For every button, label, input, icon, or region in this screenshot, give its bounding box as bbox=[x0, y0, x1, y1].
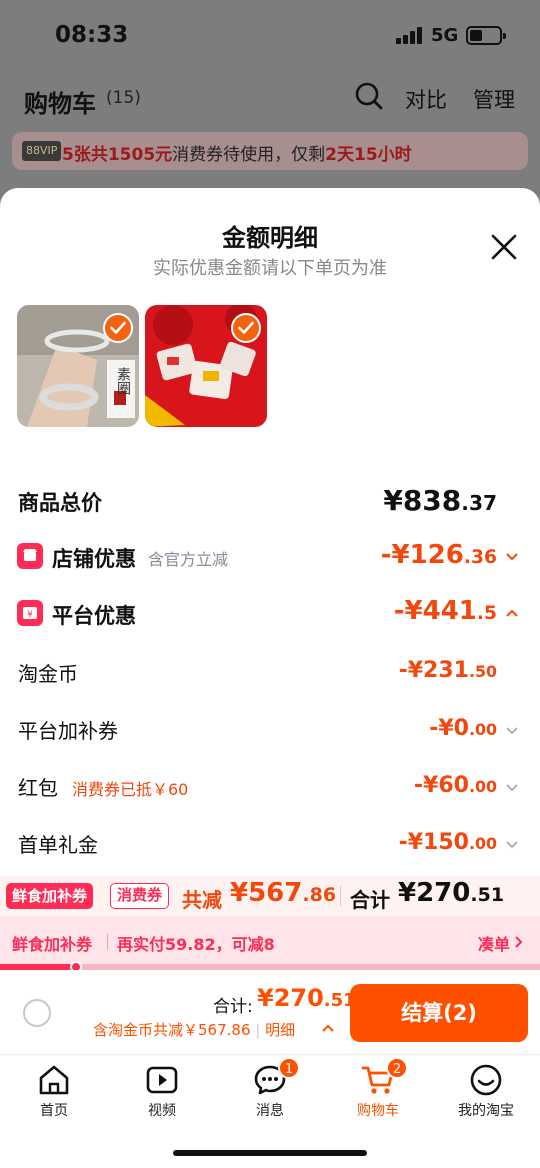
tab-label: 消息 bbox=[256, 1103, 284, 1119]
fresh-subsidy-tag: 鲜食加补券 bbox=[6, 883, 94, 909]
vip-coupon-middle: 消费券待使用，仅剩 bbox=[172, 145, 326, 165]
hongbao-hint: 消费券已抵￥60 bbox=[72, 780, 189, 799]
vip-tag: 88VIP bbox=[22, 141, 62, 161]
cart-badge: 2 bbox=[386, 1057, 408, 1079]
fresh-subsidy-bar[interactable]: 鲜食加补券 再实付59.82，可减8 凑单 bbox=[0, 916, 540, 968]
chevron-down-icon[interactable] bbox=[505, 838, 519, 852]
tab-label: 购物车 bbox=[357, 1103, 399, 1119]
first-order-value[interactable]: -¥150.00 bbox=[399, 830, 497, 855]
taojinbi-label: 淘金币 bbox=[18, 662, 78, 686]
sum-value: ¥270.51 bbox=[257, 984, 356, 1012]
divider bbox=[340, 886, 341, 906]
tab-label: 我的淘宝 bbox=[458, 1103, 514, 1119]
vip-remaining-time: 2天15小时 bbox=[325, 145, 412, 165]
vip-banner-text: 5张共1505元消费券待使用，仅剩2天15小时 bbox=[62, 140, 412, 165]
cart-count: (15) bbox=[106, 88, 141, 108]
close-icon[interactable] bbox=[490, 233, 518, 261]
status-bar: 08:33 5G bbox=[0, 0, 540, 70]
check-icon[interactable] bbox=[103, 313, 133, 343]
discount-detail-text[interactable]: 含淘金币共减￥567.86 | 明细 bbox=[93, 1019, 295, 1040]
total-label: 合计 bbox=[350, 888, 390, 912]
chevron-up-icon[interactable] bbox=[321, 1022, 335, 1034]
hongbao-label: 红包 bbox=[18, 776, 58, 800]
shop-discount-label: 店铺优惠 bbox=[52, 547, 136, 571]
add-items-link[interactable]: 凑单 bbox=[478, 931, 510, 955]
check-icon[interactable] bbox=[231, 313, 261, 343]
network-type: 5G bbox=[431, 25, 459, 46]
taojinbi-value: -¥231.50 bbox=[398, 658, 497, 683]
fresh-subsidy-text: 再实付59.82，可减8 bbox=[117, 935, 275, 954]
message-badge: 1 bbox=[278, 1057, 300, 1079]
video-icon bbox=[146, 1066, 178, 1094]
platform-discount-value[interactable]: -¥441.5 bbox=[394, 596, 497, 626]
tab-video[interactable]: 视频 bbox=[122, 1055, 202, 1125]
checkout-bar: 合计: ¥270.51 含淘金币共减￥567.86 | 明细 结算(2) bbox=[0, 970, 540, 1054]
total-price-value: ¥838.37 bbox=[383, 484, 497, 517]
hongbao-value[interactable]: -¥60.00 bbox=[414, 773, 497, 798]
platform-discount-label: 平台优惠 bbox=[52, 604, 136, 628]
platform-coupon-icon: ¥ bbox=[17, 600, 43, 626]
bracelet-badge: 素圈 bbox=[115, 367, 131, 395]
detail-link[interactable]: 明细 bbox=[265, 1021, 295, 1039]
tab-label: 视频 bbox=[148, 1103, 176, 1119]
signal-icon bbox=[396, 26, 424, 44]
tab-label: 首页 bbox=[40, 1103, 68, 1119]
sheet-title: 金额明细 bbox=[222, 224, 318, 252]
chevron-up-icon[interactable] bbox=[505, 606, 519, 620]
cart-title: 购物车 bbox=[24, 90, 96, 118]
shop-discount-value[interactable]: -¥126.36 bbox=[381, 540, 497, 570]
promo-summary-strip: 鲜食加补券 消费券 共减 ¥567.86 合计 ¥270.51 bbox=[0, 876, 540, 916]
sheet-subtitle: 实际优惠金额请以下单页为准 bbox=[153, 258, 387, 279]
reduce-value: ¥567.86 bbox=[230, 878, 337, 908]
total-value: ¥270.51 bbox=[398, 878, 505, 908]
chevron-right-icon[interactable] bbox=[514, 935, 524, 949]
consumer-coupon-tag: 消费券 bbox=[110, 883, 170, 909]
tab-messages[interactable]: 消息 1 bbox=[230, 1055, 310, 1125]
chevron-down-icon[interactable] bbox=[505, 550, 519, 564]
vip-coupon-banner[interactable]: 88VIP 5张共1505元消费券待使用，仅剩2天15小时 bbox=[12, 132, 528, 170]
first-order-label: 首单礼金 bbox=[18, 833, 98, 857]
subsidy-coupon-label: 平台加补券 bbox=[18, 719, 118, 743]
tab-home[interactable]: 首页 bbox=[14, 1055, 94, 1125]
product-thumb-candy[interactable] bbox=[145, 305, 267, 427]
home-icon bbox=[39, 1065, 69, 1095]
search-icon[interactable] bbox=[355, 82, 383, 110]
shop-icon bbox=[17, 543, 43, 569]
total-price-label: 商品总价 bbox=[18, 491, 102, 515]
tab-cart[interactable]: 购物车 2 bbox=[338, 1055, 418, 1125]
product-thumb-bracelet[interactable]: 素圈 bbox=[17, 305, 139, 427]
chevron-down-icon[interactable] bbox=[505, 781, 519, 795]
shop-discount-hint: 含官方立减 bbox=[148, 550, 229, 569]
divider bbox=[107, 934, 108, 950]
svg-text:¥: ¥ bbox=[27, 610, 33, 620]
tab-my-taobao[interactable]: 我的淘宝 bbox=[446, 1055, 526, 1125]
smile-icon bbox=[470, 1064, 502, 1096]
reduce-label: 共减 bbox=[182, 888, 222, 912]
vip-coupon-amount: 5张共1505元 bbox=[62, 145, 173, 165]
chevron-down-icon[interactable] bbox=[505, 724, 519, 738]
compare-button[interactable]: 对比 bbox=[405, 84, 447, 114]
subsidy-coupon-value[interactable]: -¥0.00 bbox=[429, 716, 497, 741]
sum-label: 合计: bbox=[213, 997, 253, 1017]
home-indicator bbox=[173, 1150, 367, 1156]
battery-icon bbox=[466, 26, 506, 45]
checkout-button[interactable]: 结算(2) bbox=[350, 984, 528, 1042]
status-time: 08:33 bbox=[55, 22, 129, 48]
select-all-radio[interactable] bbox=[23, 999, 51, 1027]
manage-button[interactable]: 管理 bbox=[473, 84, 515, 114]
fresh-subsidy-title: 鲜食加补券 bbox=[12, 935, 93, 954]
